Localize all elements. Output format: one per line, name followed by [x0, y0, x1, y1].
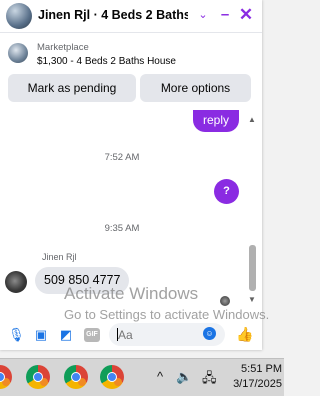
scroll-up-arrow-icon[interactable]: ▲: [248, 115, 256, 124]
message-list: reply 7:52 AM ? 9:35 AM Jinen Rjl 509 85…: [0, 108, 262, 308]
microphone-icon[interactable]: 🎙: [8, 328, 25, 342]
chrome-taskbar-icon[interactable]: [26, 365, 50, 389]
listing-thumbnail: [8, 43, 28, 63]
speaker-icon[interactable]: 🔈: [176, 369, 192, 385]
sent-message-bubble: reply: [193, 110, 240, 132]
timestamp: 9:35 AM: [104, 223, 140, 234]
emoji-icon[interactable]: ☺: [203, 327, 216, 340]
sent-message-bubble: ?: [214, 179, 239, 204]
chrome-taskbar-icon[interactable]: [0, 365, 12, 389]
message-composer: 🎙 ▣ ◩ GIF ☺ 👍: [0, 318, 262, 350]
chat-title[interactable]: Jinen Rjl · 4 Beds 2 Baths ...: [38, 8, 188, 22]
message-scrollbar[interactable]: ▲ ▼: [246, 115, 260, 308]
chevron-down-icon[interactable]: ⌄: [194, 5, 212, 25]
chrome-taskbar-icon[interactable]: [100, 365, 124, 389]
scrollbar-thumb[interactable]: [249, 245, 256, 291]
sender-name: Jinen Rjl: [42, 252, 77, 262]
sticker-icon[interactable]: ◩: [59, 328, 73, 342]
listing-title: $1,300 - 4 Beds 2 Baths House: [37, 56, 176, 67]
chat-window: Jinen Rjl · 4 Beds 2 Baths ... ⌄ – ✕ Mar…: [0, 0, 262, 350]
seen-indicator-avatar: [220, 296, 230, 306]
scroll-down-arrow-icon[interactable]: ▼: [248, 295, 256, 304]
clock-date: 3/17/2025: [233, 378, 282, 390]
gif-icon[interactable]: GIF: [84, 328, 100, 342]
photo-icon[interactable]: ▣: [34, 328, 48, 342]
close-icon[interactable]: ✕: [237, 5, 255, 25]
received-message-bubble: 509 850 4777: [35, 267, 130, 294]
tray-chevron-icon[interactable]: ^: [157, 369, 163, 384]
more-options-button[interactable]: More options: [140, 74, 251, 102]
clock-time: 5:51 PM: [241, 363, 282, 375]
minimize-icon[interactable]: –: [216, 5, 234, 25]
chrome-taskbar-icon[interactable]: [64, 365, 88, 389]
contact-avatar[interactable]: [5, 271, 27, 293]
network-icon[interactable]: 🖧: [202, 369, 217, 391]
windows-taskbar: ^ 🔈 🖧 5:51 PM 3/17/2025: [0, 358, 284, 396]
chat-header: Jinen Rjl · 4 Beds 2 Baths ... ⌄ – ✕: [0, 0, 262, 33]
thumbs-up-icon[interactable]: 👍: [236, 327, 253, 341]
timestamp: 7:52 AM: [104, 152, 140, 163]
mark-as-pending-button[interactable]: Mark as pending: [8, 74, 136, 102]
listing-source: Marketplace: [37, 42, 89, 53]
listing-banner[interactable]: Marketplace $1,300 - 4 Beds 2 Baths Hous…: [0, 33, 262, 73]
listing-avatar[interactable]: [6, 3, 32, 29]
system-clock[interactable]: 5:51 PM 3/17/2025: [224, 362, 284, 392]
